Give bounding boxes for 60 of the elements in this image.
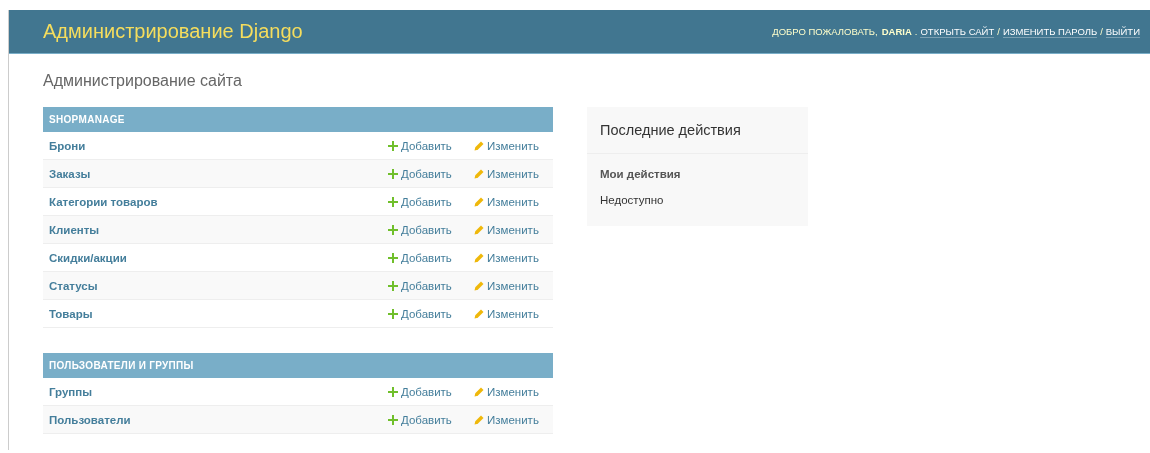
plus-icon: [388, 252, 398, 263]
change-link[interactable]: Изменить: [474, 385, 547, 398]
change-link[interactable]: Изменить: [474, 307, 547, 320]
model-link[interactable]: Группы: [49, 385, 388, 398]
change-link[interactable]: Изменить: [474, 223, 547, 236]
pencil-icon: [474, 386, 484, 397]
add-link[interactable]: Добавить: [388, 251, 474, 264]
pencil-icon: [474, 140, 484, 151]
change-link[interactable]: Изменить: [474, 139, 547, 152]
pencil-icon: [474, 168, 484, 179]
change-link[interactable]: Изменить: [474, 279, 547, 292]
model-link[interactable]: Категории товаров: [49, 195, 388, 208]
user-tool-link[interactable]: ОТКРЫТЬ САЙТ: [920, 25, 995, 38]
recent-actions-title: Последние действия: [587, 107, 808, 154]
model-link[interactable]: Клиенты: [49, 223, 388, 236]
change-link[interactable]: Изменить: [474, 251, 547, 264]
plus-icon: [388, 168, 398, 179]
welcome-text: ДОБРО ПОЖАЛОВАТЬ,: [772, 26, 878, 37]
add-link[interactable]: Добавить: [388, 167, 474, 180]
plus-icon: [388, 280, 398, 291]
model-link[interactable]: Скидки/акции: [49, 251, 388, 264]
add-link[interactable]: Добавить: [388, 195, 474, 208]
plus-icon: [388, 308, 398, 319]
add-link[interactable]: Добавить: [388, 139, 474, 152]
model-link[interactable]: Заказы: [49, 167, 388, 180]
username: DARIA: [881, 26, 912, 37]
add-link[interactable]: Добавить: [388, 223, 474, 236]
my-actions-heading: Мои действия: [599, 167, 682, 182]
slash-separator: /: [997, 26, 1000, 37]
pencil-icon: [474, 252, 484, 263]
model-link[interactable]: Статусы: [49, 279, 388, 292]
plus-icon: [388, 140, 398, 151]
pencil-icon: [474, 224, 484, 235]
pencil-icon: [474, 308, 484, 319]
pencil-icon: [474, 414, 484, 425]
period-separator: .: [914, 26, 918, 37]
module-caption[interactable]: ПОЛЬЗОВАТЕЛИ И ГРУППЫ: [43, 353, 553, 378]
site-branding: Администрирование Django: [43, 20, 303, 43]
slash-separator: /: [1100, 26, 1103, 37]
page-title: Администрирование сайта: [43, 72, 243, 90]
change-link[interactable]: Изменить: [474, 195, 547, 208]
plus-icon: [388, 386, 398, 397]
pencil-icon: [474, 280, 484, 291]
user-tool-link[interactable]: ИЗМЕНИТЬ ПАРОЛЬ: [1002, 25, 1098, 38]
plus-icon: [388, 414, 398, 425]
plus-icon: [388, 196, 398, 207]
change-link[interactable]: Изменить: [474, 167, 547, 180]
add-link[interactable]: Добавить: [388, 307, 474, 320]
add-link[interactable]: Добавить: [388, 279, 474, 292]
pencil-icon: [474, 196, 484, 207]
plus-icon: [388, 224, 398, 235]
module-caption[interactable]: SHOPMANAGE: [43, 107, 553, 132]
model-link[interactable]: Брони: [49, 139, 388, 152]
add-link[interactable]: Добавить: [388, 385, 474, 398]
change-link[interactable]: Изменить: [474, 413, 547, 426]
model-link[interactable]: Пользователи: [49, 413, 388, 426]
user-tool-link[interactable]: ВЫЙТИ: [1105, 25, 1140, 38]
add-link[interactable]: Добавить: [388, 413, 474, 426]
model-link[interactable]: Товары: [49, 307, 388, 320]
empty-message: Недоступно: [599, 193, 665, 208]
